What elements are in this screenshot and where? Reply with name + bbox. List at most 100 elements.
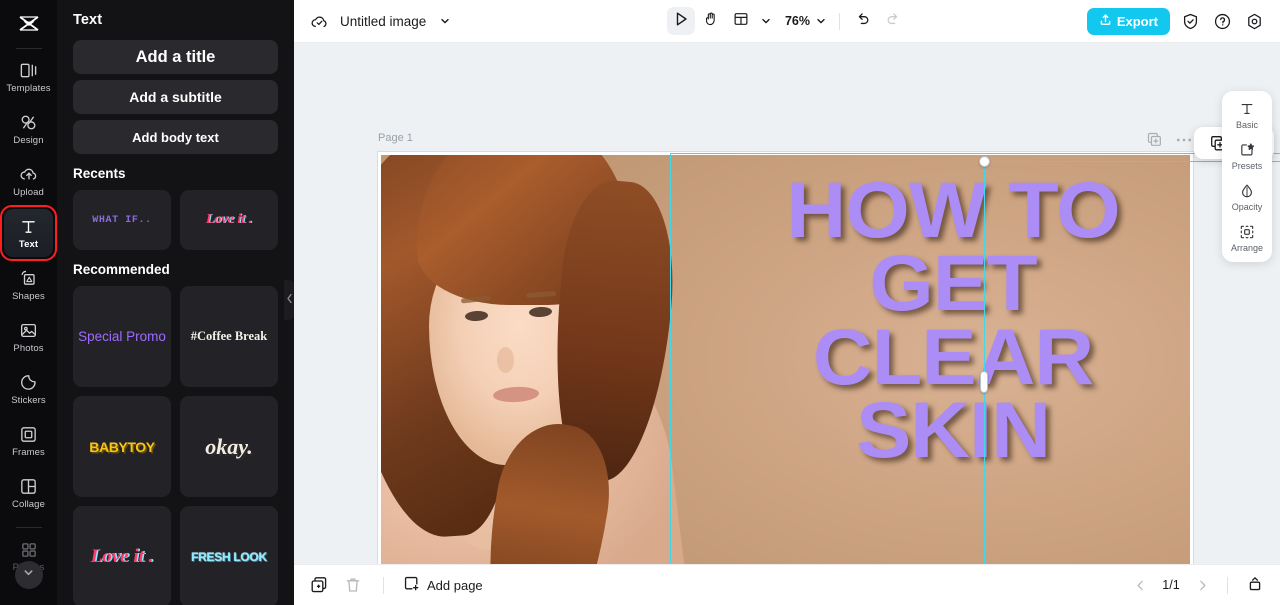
sidebar-label: Design bbox=[13, 134, 44, 146]
panel-item-label: Presets bbox=[1231, 161, 1263, 171]
headline-text-layer[interactable]: HOW TO GET CLEAR SKIN bbox=[738, 170, 1168, 470]
design-photo[interactable]: HOW TO GET CLEAR SKIN bbox=[381, 155, 1190, 564]
panel-item-opacity[interactable]: Opacity bbox=[1224, 181, 1270, 212]
export-button[interactable]: Export bbox=[1086, 7, 1170, 35]
panel-title: Text bbox=[73, 12, 103, 28]
sidebar-label: Collage bbox=[12, 498, 45, 510]
sidebar-item-stickers[interactable]: Stickers bbox=[4, 365, 53, 413]
more-options-icon[interactable] bbox=[1175, 131, 1192, 148]
top-toolbar: Untitled image 76% Export bbox=[294, 0, 1280, 43]
add-a-title-button[interactable]: Add a title bbox=[73, 40, 278, 74]
sidebar-item-frames[interactable]: Frames bbox=[4, 417, 53, 465]
headline-line: GET bbox=[869, 238, 1037, 328]
redo-arrow-icon bbox=[885, 11, 901, 32]
artboard[interactable]: HOW TO GET CLEAR SKIN bbox=[377, 151, 1194, 564]
undo-arrow-icon bbox=[855, 11, 871, 32]
prev-page-button[interactable] bbox=[1131, 576, 1149, 594]
redo-button[interactable] bbox=[879, 7, 907, 35]
rail-collapse-button[interactable] bbox=[14, 561, 43, 589]
panel-collapse-handle[interactable] bbox=[284, 280, 294, 320]
bottom-divider bbox=[383, 576, 384, 594]
sidebar-item-collage[interactable]: Collage bbox=[4, 469, 53, 517]
panel-item-arrange[interactable]: Arrange bbox=[1224, 222, 1270, 253]
recent-text-item[interactable]: Love it . bbox=[180, 190, 278, 250]
zoom-chevron-down-icon[interactable] bbox=[812, 12, 830, 30]
sidebar-item-text[interactable]: Text bbox=[0, 205, 57, 261]
add-body-text-button[interactable]: Add body text bbox=[73, 120, 278, 154]
export-upload-icon bbox=[1099, 13, 1112, 29]
recommended-heading: Recommended bbox=[73, 262, 170, 277]
page-navigation: 1/1 bbox=[1131, 574, 1266, 596]
sidebar-label: Text bbox=[18, 238, 39, 250]
bottom-toolbar: Add page 1/1 bbox=[294, 564, 1280, 605]
text-panel: Text Add a title Add a subtitle Add body… bbox=[57, 0, 294, 605]
select-tool-button[interactable] bbox=[666, 7, 695, 35]
shield-check-icon[interactable] bbox=[1178, 9, 1202, 33]
recommended-text-item[interactable]: okay. bbox=[180, 396, 278, 497]
add-a-subtitle-button[interactable]: Add a subtitle bbox=[73, 80, 278, 114]
rail-divider-2 bbox=[15, 527, 42, 528]
delete-page-button[interactable] bbox=[342, 574, 364, 596]
opacity-drop-icon bbox=[1239, 181, 1255, 200]
sidebar-item-photos[interactable]: Photos bbox=[4, 313, 53, 361]
headline-line: HOW TO bbox=[786, 165, 1120, 254]
recommended-label: Special Promo bbox=[78, 329, 166, 344]
recommended-text-item[interactable]: #Coffee Break bbox=[180, 286, 278, 387]
undo-button[interactable] bbox=[849, 7, 877, 35]
text-t-icon bbox=[20, 217, 37, 237]
export-label: Export bbox=[1116, 13, 1158, 29]
add-page-label: Add page bbox=[427, 577, 483, 593]
layout-tool-button[interactable] bbox=[727, 7, 755, 35]
recommended-label: FRESH LOOK bbox=[191, 549, 267, 564]
next-page-button[interactable] bbox=[1193, 576, 1211, 594]
sidebar-label: Upload bbox=[13, 186, 44, 198]
document-title-chevron-down-icon[interactable] bbox=[436, 12, 454, 30]
sidebar-item-upload[interactable]: Upload bbox=[4, 157, 53, 205]
templates-icon bbox=[19, 61, 38, 81]
cloud-saved-icon bbox=[308, 10, 330, 32]
sidebar-item-shapes[interactable]: Shapes bbox=[4, 261, 53, 309]
frames-icon bbox=[19, 425, 38, 445]
top-right-actions: Export bbox=[1086, 7, 1266, 35]
canvas-area[interactable]: Page 1 HOW TO GET CLEAR SKIN Basic Prese… bbox=[294, 43, 1280, 564]
pages-panel-button[interactable] bbox=[1244, 574, 1266, 596]
collage-icon bbox=[19, 477, 38, 497]
sidebar-item-templates[interactable]: Templates bbox=[4, 53, 53, 101]
add-page-icon bbox=[403, 575, 420, 595]
recommended-text-item[interactable]: FRESH LOOK bbox=[180, 506, 278, 605]
model-photo-subject bbox=[381, 155, 711, 564]
left-nav-rail: Templates Design Upload Text Shapes Phot… bbox=[0, 0, 57, 605]
page-indicator: 1/1 bbox=[1162, 578, 1180, 592]
recommended-text-item[interactable]: Love it . bbox=[73, 506, 171, 605]
sidebar-label: Photos bbox=[13, 342, 44, 354]
duplicate-page-icon[interactable] bbox=[1146, 131, 1163, 148]
hand-tool-button[interactable] bbox=[697, 7, 725, 35]
panel-item-label: Basic bbox=[1235, 120, 1258, 130]
zoom-level-value[interactable]: 76% bbox=[785, 14, 810, 28]
sidebar-item-design[interactable]: Design bbox=[4, 105, 53, 153]
recommended-label: BABYTOY bbox=[89, 438, 155, 455]
duplicate-page-button[interactable] bbox=[308, 574, 330, 596]
panel-item-presets[interactable]: Presets bbox=[1224, 140, 1270, 171]
panel-item-basic[interactable]: Basic bbox=[1224, 99, 1270, 130]
capcut-logo[interactable] bbox=[11, 8, 47, 42]
settings-gear-icon[interactable] bbox=[1242, 9, 1266, 33]
arrange-icon bbox=[1239, 222, 1255, 241]
layout-chevron-down-icon[interactable] bbox=[757, 12, 775, 30]
headline-line: CLEAR bbox=[812, 311, 1095, 401]
help-question-icon[interactable] bbox=[1210, 9, 1234, 33]
recommended-text-item[interactable]: BABYTOY bbox=[73, 396, 171, 497]
recent-text-item[interactable]: WHAT IF.. bbox=[73, 190, 171, 250]
document-title[interactable]: Untitled image bbox=[340, 14, 426, 29]
page-toolbar bbox=[1146, 131, 1192, 148]
layout-icon bbox=[733, 11, 749, 32]
recent-label: WHAT IF.. bbox=[92, 214, 152, 226]
hand-icon bbox=[703, 11, 719, 32]
chevron-down-icon bbox=[22, 566, 35, 584]
design-icon bbox=[19, 113, 38, 133]
recommended-text-item[interactable]: Special Promo bbox=[73, 286, 171, 387]
plugins-icon bbox=[20, 540, 38, 560]
add-page-button[interactable]: Add page bbox=[403, 575, 483, 595]
toolbar-divider bbox=[839, 12, 841, 30]
recommended-label: #Coffee Break bbox=[190, 329, 268, 343]
